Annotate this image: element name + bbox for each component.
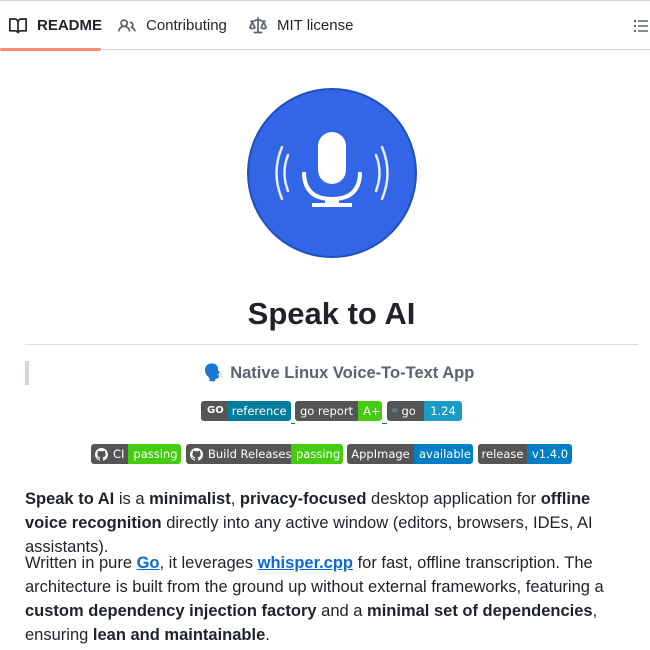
badge-go-reference-value: reference xyxy=(226,401,291,421)
table-of-contents-icon[interactable] xyxy=(634,18,648,34)
intro-paragraph: Speak to AI is a minimalist, privacy-foc… xyxy=(25,487,630,559)
github-icon xyxy=(95,447,108,461)
badge-build-releases-value: passing xyxy=(291,444,343,464)
tab-license[interactable]: MIT license xyxy=(249,1,353,50)
architecture-paragraph: Written in pure Go, it leverages whisper… xyxy=(25,551,625,647)
gopher-icon: ∞ xyxy=(391,406,399,416)
subtitle-text: Native Linux Voice-To-Text App xyxy=(230,364,475,382)
badge-release-label: release xyxy=(478,444,527,464)
badge-appimage[interactable]: AppImage available xyxy=(347,444,473,464)
para-emphasis: lean and maintainable xyxy=(92,626,266,644)
badge-ci-label: CI xyxy=(113,447,125,461)
badge-go-report[interactable]: go report A+ xyxy=(295,401,382,421)
badge-appimage-value: available xyxy=(414,444,473,464)
para-text: is a xyxy=(114,490,150,508)
tab-readme-label: README xyxy=(37,17,103,34)
active-tab-indicator xyxy=(0,48,101,51)
badge-go-report-value: A+ xyxy=(358,401,382,421)
speaking-head-icon: 🗣️ xyxy=(203,363,225,382)
github-icon xyxy=(190,447,203,461)
badge-link-underline xyxy=(291,423,295,424)
tab-readme[interactable]: README xyxy=(9,1,102,50)
people-icon xyxy=(118,17,136,35)
go-logo-icon: GO xyxy=(207,405,224,416)
para-text: desktop application for xyxy=(366,490,541,508)
para-text: and a xyxy=(316,602,368,620)
badge-link-underline xyxy=(382,423,387,424)
badge-go-version-label: go xyxy=(401,404,416,418)
badge-go-reference[interactable]: GO reference xyxy=(201,401,291,421)
para-emphasis: minimal set of dependencies xyxy=(367,602,593,620)
para-text: , it leverages xyxy=(159,554,258,572)
badge-go-version[interactable]: ∞ go 1.24 xyxy=(387,401,462,421)
blockquote-bar xyxy=(25,361,29,385)
go-link[interactable]: Go xyxy=(137,554,160,572)
para-text: . xyxy=(265,626,270,644)
subtitle: 🗣️ Native Linux Voice-To-Text App xyxy=(40,362,638,384)
badge-ci-value: passing xyxy=(128,444,181,464)
badge-go-version-value: 1.24 xyxy=(424,401,462,421)
app-name: Speak to AI xyxy=(25,490,115,508)
tab-contributing-label: Contributing xyxy=(146,17,227,34)
badge-build-releases-label: Build Releases xyxy=(208,447,292,461)
tab-license-label: MIT license xyxy=(277,17,354,34)
app-logo xyxy=(246,87,418,259)
badge-build-releases[interactable]: Build Releases passing xyxy=(186,444,343,464)
para-emphasis: custom dependency injection factory xyxy=(25,602,317,620)
para-emphasis: privacy-focused xyxy=(239,490,367,508)
badge-appimage-label: AppImage xyxy=(347,444,414,464)
badge-release[interactable]: release v1.4.0 xyxy=(478,444,572,464)
para-text: Written in pure xyxy=(25,554,137,572)
badge-ci[interactable]: CI passing xyxy=(91,444,181,464)
whisper-cpp-link[interactable]: whisper.cpp xyxy=(258,554,353,572)
para-text: , xyxy=(230,490,240,508)
repo-tab-bar: README Contributing MIT license xyxy=(0,0,650,51)
book-icon xyxy=(9,17,27,35)
page-title: Speak to AI xyxy=(247,296,416,331)
badge-go-report-label: go report xyxy=(295,401,358,421)
law-scale-icon xyxy=(249,16,267,35)
badge-release-value: v1.4.0 xyxy=(527,444,572,464)
tab-contributing[interactable]: Contributing xyxy=(118,1,227,50)
title-divider xyxy=(25,344,638,345)
para-emphasis: minimalist xyxy=(149,490,231,508)
